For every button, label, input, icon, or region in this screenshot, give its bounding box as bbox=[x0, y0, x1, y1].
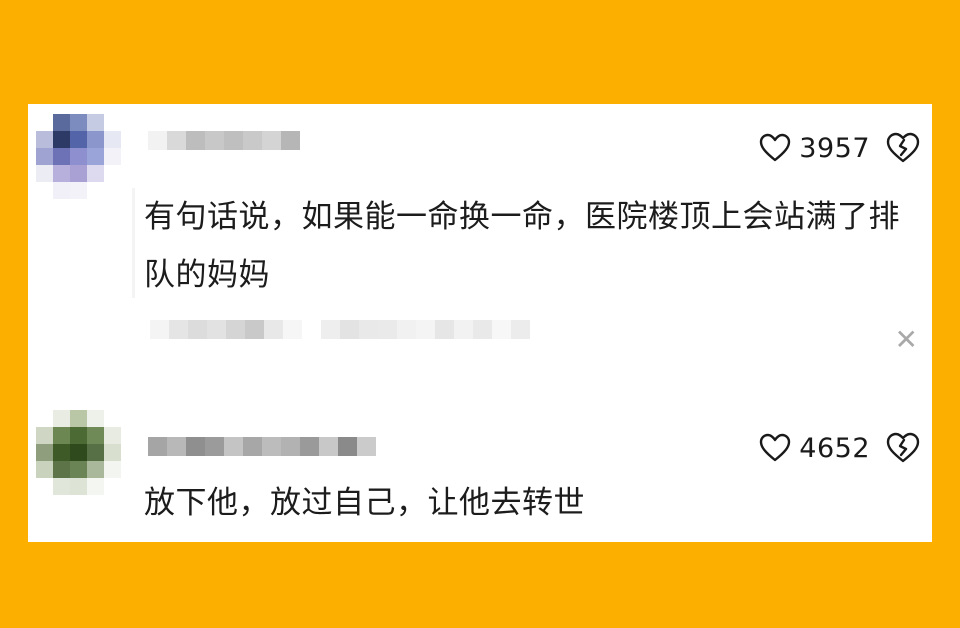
close-icon[interactable]: ✕ bbox=[895, 326, 918, 354]
divider bbox=[132, 188, 135, 298]
comments-card: 3957 有句话说，如果能一命换一命，医院楼顶上会站满了排队的妈妈 ✕ 4652… bbox=[28, 104, 932, 542]
comment-item: 3957 有句话说，如果能一命换一命，医院楼顶上会站满了排队的妈妈 ✕ bbox=[28, 104, 932, 394]
reply-preview-blurred[interactable] bbox=[150, 320, 530, 339]
avatar[interactable] bbox=[36, 114, 121, 199]
username-blurred[interactable] bbox=[148, 437, 376, 456]
avatar[interactable] bbox=[36, 410, 121, 495]
comment-stats: 4652 bbox=[759, 432, 920, 464]
broken-heart-icon[interactable] bbox=[886, 132, 920, 164]
broken-heart-icon[interactable] bbox=[886, 432, 920, 464]
screenshot-root: { "colors": { "background": "#FDAF00", "… bbox=[0, 0, 960, 628]
comment-item: 4652 放下他，放过自己，让他去转世 bbox=[28, 394, 932, 542]
comment-text[interactable]: 有句话说，如果能一命换一命，医院楼顶上会站满了排队的妈妈 bbox=[144, 188, 924, 304]
heart-outline-icon[interactable] bbox=[759, 433, 791, 463]
like-count: 4652 bbox=[799, 432, 870, 464]
like-count: 3957 bbox=[799, 132, 870, 164]
comment-stats: 3957 bbox=[759, 132, 920, 164]
comment-text[interactable]: 放下他，放过自己，让他去转世 bbox=[144, 474, 924, 532]
username-blurred[interactable] bbox=[148, 131, 300, 150]
heart-outline-icon[interactable] bbox=[759, 133, 791, 163]
